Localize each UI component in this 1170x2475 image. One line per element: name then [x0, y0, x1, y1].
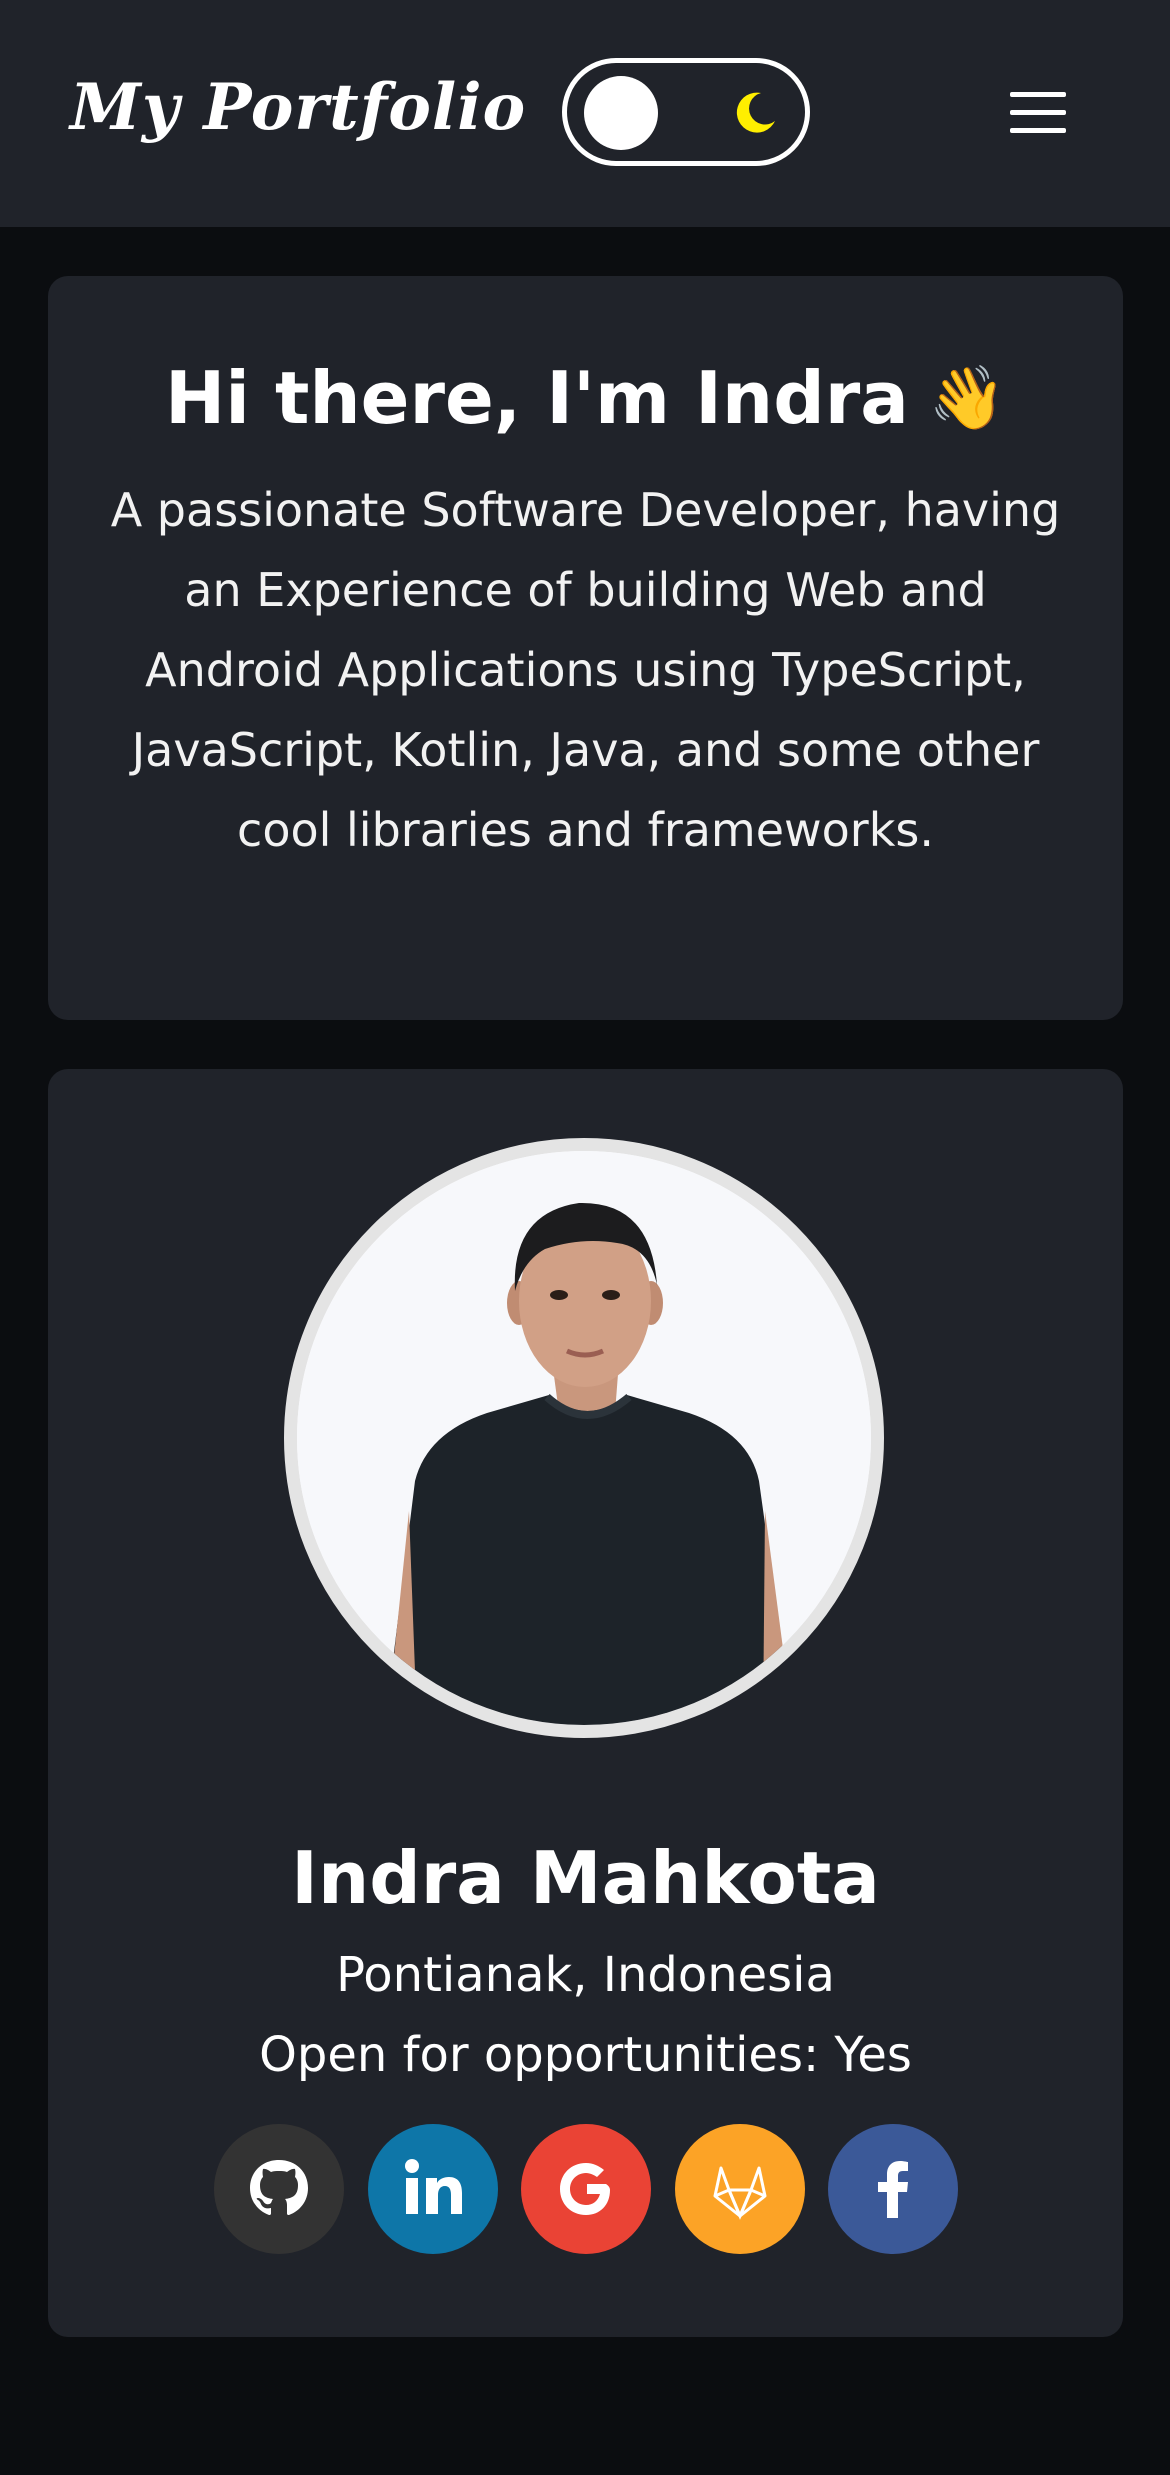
profile-name: Indra Mahkota [291, 1836, 880, 1920]
theme-toggle[interactable] [562, 58, 810, 166]
waving-hand-icon: 👋 [928, 361, 1007, 434]
toggle-knob [584, 76, 658, 150]
hero-description: A passionate Software Developer, having … [110, 483, 1061, 857]
gitlab-icon [713, 2166, 767, 2220]
hamburger-menu-icon[interactable] [1010, 92, 1066, 136]
moon-icon [736, 92, 775, 133]
facebook-icon [878, 2161, 908, 2218]
brand-logo[interactable]: My Portfolio [70, 70, 526, 145]
hamburger-line [1010, 92, 1066, 97]
availability-status: Open for opportunities: Yes [259, 2027, 912, 2083]
hamburger-line [1010, 110, 1066, 115]
hamburger-line [1010, 128, 1066, 133]
github-icon [250, 2160, 308, 2215]
hero-title-text: Hi there, I'm Indra [164, 356, 909, 440]
profile-card: Indra Mahkota Pontianak, Indonesia Open … [48, 1069, 1123, 2337]
google-link[interactable] [521, 2124, 651, 2254]
hero-title: Hi there, I'm Indra 👋 [48, 356, 1123, 440]
facebook-link[interactable] [828, 2124, 958, 2254]
profile-photo [297, 1151, 871, 1725]
avatar [284, 1138, 884, 1738]
intro-card: Hi there, I'm Indra 👋 A passionate Softwa… [48, 276, 1123, 1020]
navbar: My Portfolio [0, 0, 1170, 227]
profile-location: Pontianak, Indonesia [336, 1947, 835, 2003]
gitlab-link[interactable] [675, 2124, 805, 2254]
github-link[interactable] [214, 2124, 344, 2254]
linkedin-icon [405, 2159, 462, 2214]
google-icon [560, 2163, 610, 2215]
social-links [48, 2124, 1123, 2254]
linkedin-link[interactable] [368, 2124, 498, 2254]
